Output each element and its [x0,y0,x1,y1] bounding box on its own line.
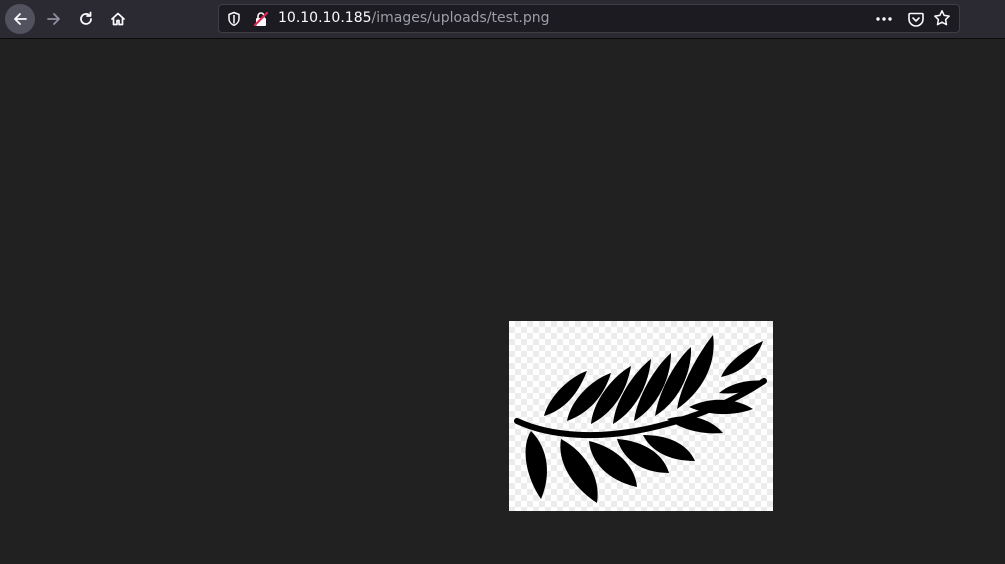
url-host: 10.10.10.185 [278,10,372,26]
browser-toolbar: 10.10.10.185/images/uploads/test.png [0,0,1005,39]
pocket-icon[interactable] [907,10,925,28]
fern-leaf-icon [514,335,767,503]
shield-icon[interactable] [227,11,241,27]
back-arrow-icon [14,13,27,25]
page-viewport [0,39,1005,564]
reload-button[interactable] [71,4,101,34]
forward-arrow-icon [47,13,60,25]
uploaded-image[interactable] [509,321,773,511]
url-text[interactable]: 10.10.10.185/images/uploads/test.png [278,10,550,26]
star-icon[interactable] [933,9,951,27]
insecure-lock-icon[interactable] [253,11,269,27]
more-horizontal-icon[interactable] [875,11,893,27]
url-path: /images/uploads/test.png [371,10,550,26]
forward-button[interactable] [39,4,69,34]
back-button[interactable] [5,4,35,34]
reload-icon [80,11,92,25]
address-bar[interactable]: 10.10.10.185/images/uploads/test.png [218,4,960,33]
home-button[interactable] [103,4,133,34]
home-icon [111,12,125,26]
